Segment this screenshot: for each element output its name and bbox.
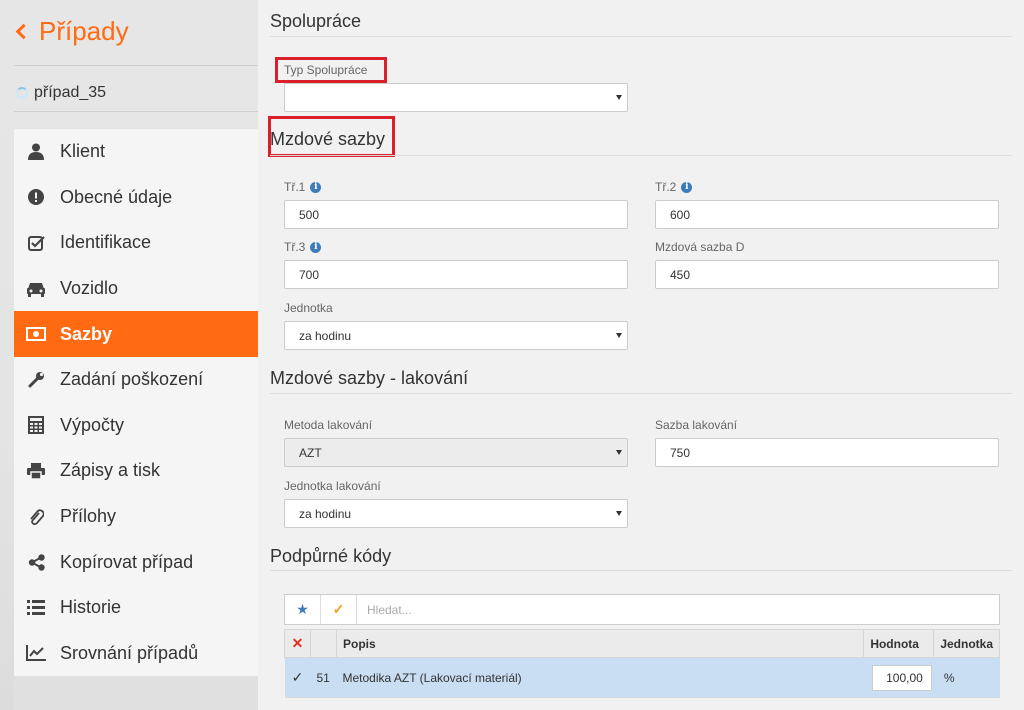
tr1-input[interactable]: 500 bbox=[284, 200, 628, 229]
info-icon[interactable]: i bbox=[681, 181, 693, 193]
popis-column-header[interactable]: Popis bbox=[335, 629, 865, 658]
section-title-spoluprace: Spolupráce bbox=[270, 11, 362, 31]
divider bbox=[270, 155, 1012, 156]
tr3-label: Tř.3 i bbox=[284, 240, 322, 254]
codes-search-bar: ★ ✓ Hledat... bbox=[284, 594, 1000, 625]
sazba-lakovani-label: Sazba lakování bbox=[655, 418, 738, 432]
sidebar-menu: Klient Obecné údaje Identifikace Vozidlo… bbox=[14, 129, 258, 677]
exclamation-icon bbox=[26, 187, 46, 207]
sidebar-item-klient[interactable]: Klient bbox=[14, 129, 258, 175]
sidebar-item-prilohy[interactable]: Přílohy bbox=[14, 494, 258, 540]
section-title-mzdove-sazby: Mzdové sazby bbox=[270, 129, 386, 149]
section-title-lakovani: Mzdové sazby - lakování bbox=[270, 368, 469, 388]
codes-table: ✕ Popis Hodnota Jednotka ✓ 51 Metodika A… bbox=[284, 629, 1000, 698]
mzdova-sazba-d-label: Mzdová sazba D bbox=[655, 240, 745, 254]
sidebar-item-vozidlo[interactable]: Vozidlo bbox=[14, 266, 258, 312]
sidebar-item-kopirovat-pripad[interactable]: Kopírovat případ bbox=[14, 539, 258, 585]
divider bbox=[270, 570, 1012, 571]
chevron-down-icon bbox=[616, 511, 622, 516]
sidebar-item-obecne-udaje[interactable]: Obecné údaje bbox=[14, 175, 258, 221]
typ-spoluprace-select[interactable] bbox=[284, 83, 628, 112]
back-link[interactable]: Případy bbox=[14, 16, 129, 47]
sidebar-item-historie[interactable]: Historie bbox=[14, 585, 258, 631]
info-icon[interactable]: i bbox=[310, 181, 322, 193]
hodnota-column-header[interactable]: Hodnota bbox=[863, 629, 935, 658]
paperclip-icon bbox=[26, 507, 46, 527]
table-row[interactable]: ✓ 51 Metodika AZT (Lakovací materiál) 10… bbox=[284, 657, 1000, 698]
chevron-down-icon bbox=[616, 95, 622, 100]
printer-icon bbox=[26, 461, 46, 481]
sazba-lakovani-input[interactable]: 750 bbox=[655, 438, 999, 467]
tr2-label: Tř.2 i bbox=[655, 180, 693, 194]
star-icon[interactable]: ★ bbox=[285, 595, 321, 624]
row-number: 51 bbox=[310, 657, 337, 698]
main-panel: Spolupráce Typ Spolupráce Mzdové sazby T… bbox=[258, 0, 1024, 710]
metoda-lakovani-select[interactable]: AZT bbox=[284, 438, 628, 467]
jednotka-lakovani-label: Jednotka lakování bbox=[284, 479, 381, 493]
check-icon[interactable]: ✓ bbox=[321, 595, 357, 624]
back-label: Případy bbox=[39, 16, 129, 46]
sidebar-item-sazby[interactable]: Sazby bbox=[14, 311, 258, 357]
share-icon bbox=[26, 552, 46, 572]
sidebar-footer bbox=[14, 676, 258, 710]
wrench-icon bbox=[26, 370, 46, 390]
hodnota-input[interactable]: 100,00 bbox=[871, 664, 932, 691]
divider bbox=[14, 111, 258, 112]
section-title-podpurne-kody: Podpůrné kódy bbox=[270, 546, 392, 566]
row-jednotka: % bbox=[933, 657, 1000, 698]
loading-icon bbox=[16, 87, 28, 99]
jednotka-column-header[interactable]: Jednotka bbox=[933, 629, 1000, 658]
jednotka-select[interactable]: za hodinu bbox=[284, 321, 628, 350]
mzdova-sazba-d-input[interactable]: 450 bbox=[655, 260, 999, 289]
checkbox-icon bbox=[26, 233, 46, 253]
sidebar-item-zapisy-a-tisk[interactable]: Zápisy a tisk bbox=[14, 448, 258, 494]
sidebar-item-zadani-poskozeni[interactable]: Zadání poškození bbox=[14, 357, 258, 403]
row-hodnota: 100,00 bbox=[863, 657, 934, 698]
info-icon[interactable]: i bbox=[310, 241, 322, 253]
table-header-row: ✕ Popis Hodnota Jednotka bbox=[284, 629, 1000, 658]
chevron-down-icon bbox=[616, 333, 622, 338]
jednotka-label: Jednotka bbox=[284, 301, 333, 315]
sidebar-item-srovnani-pripadu[interactable]: Srovnání případů bbox=[14, 631, 258, 677]
user-icon bbox=[26, 142, 46, 162]
car-icon bbox=[26, 279, 46, 299]
case-name: případ_35 bbox=[16, 84, 106, 102]
chevron-left-icon bbox=[15, 23, 32, 40]
checkmark-icon[interactable]: ✓ bbox=[284, 657, 311, 698]
tr1-label: Tř.1 i bbox=[284, 180, 322, 194]
chart-icon bbox=[26, 643, 46, 663]
jednotka-lakovani-select[interactable]: za hodinu bbox=[284, 499, 628, 528]
money-icon bbox=[26, 324, 46, 344]
codes-search-input[interactable]: Hledat... bbox=[357, 595, 999, 624]
chevron-down-icon bbox=[616, 450, 622, 455]
metoda-lakovani-label: Metoda lakování bbox=[284, 418, 373, 432]
divider bbox=[270, 36, 1012, 37]
number-column-header bbox=[310, 629, 337, 658]
sidebar-item-identifikace[interactable]: Identifikace bbox=[14, 220, 258, 266]
typ-spoluprace-label: Typ Spolupráce bbox=[284, 63, 368, 77]
tr2-input[interactable]: 600 bbox=[655, 200, 999, 229]
calculator-icon bbox=[26, 415, 46, 435]
clear-selection-icon[interactable]: ✕ bbox=[284, 629, 311, 658]
tr3-input[interactable]: 700 bbox=[284, 260, 628, 289]
divider bbox=[14, 65, 258, 66]
sidebar-item-vypocty[interactable]: Výpočty bbox=[14, 403, 258, 449]
sidebar: Případy případ_35 Klient Obecné údaje Id… bbox=[0, 0, 258, 710]
row-popis: Metodika AZT (Lakovací materiál) bbox=[336, 657, 864, 698]
list-icon bbox=[26, 598, 46, 618]
divider bbox=[270, 393, 1012, 394]
